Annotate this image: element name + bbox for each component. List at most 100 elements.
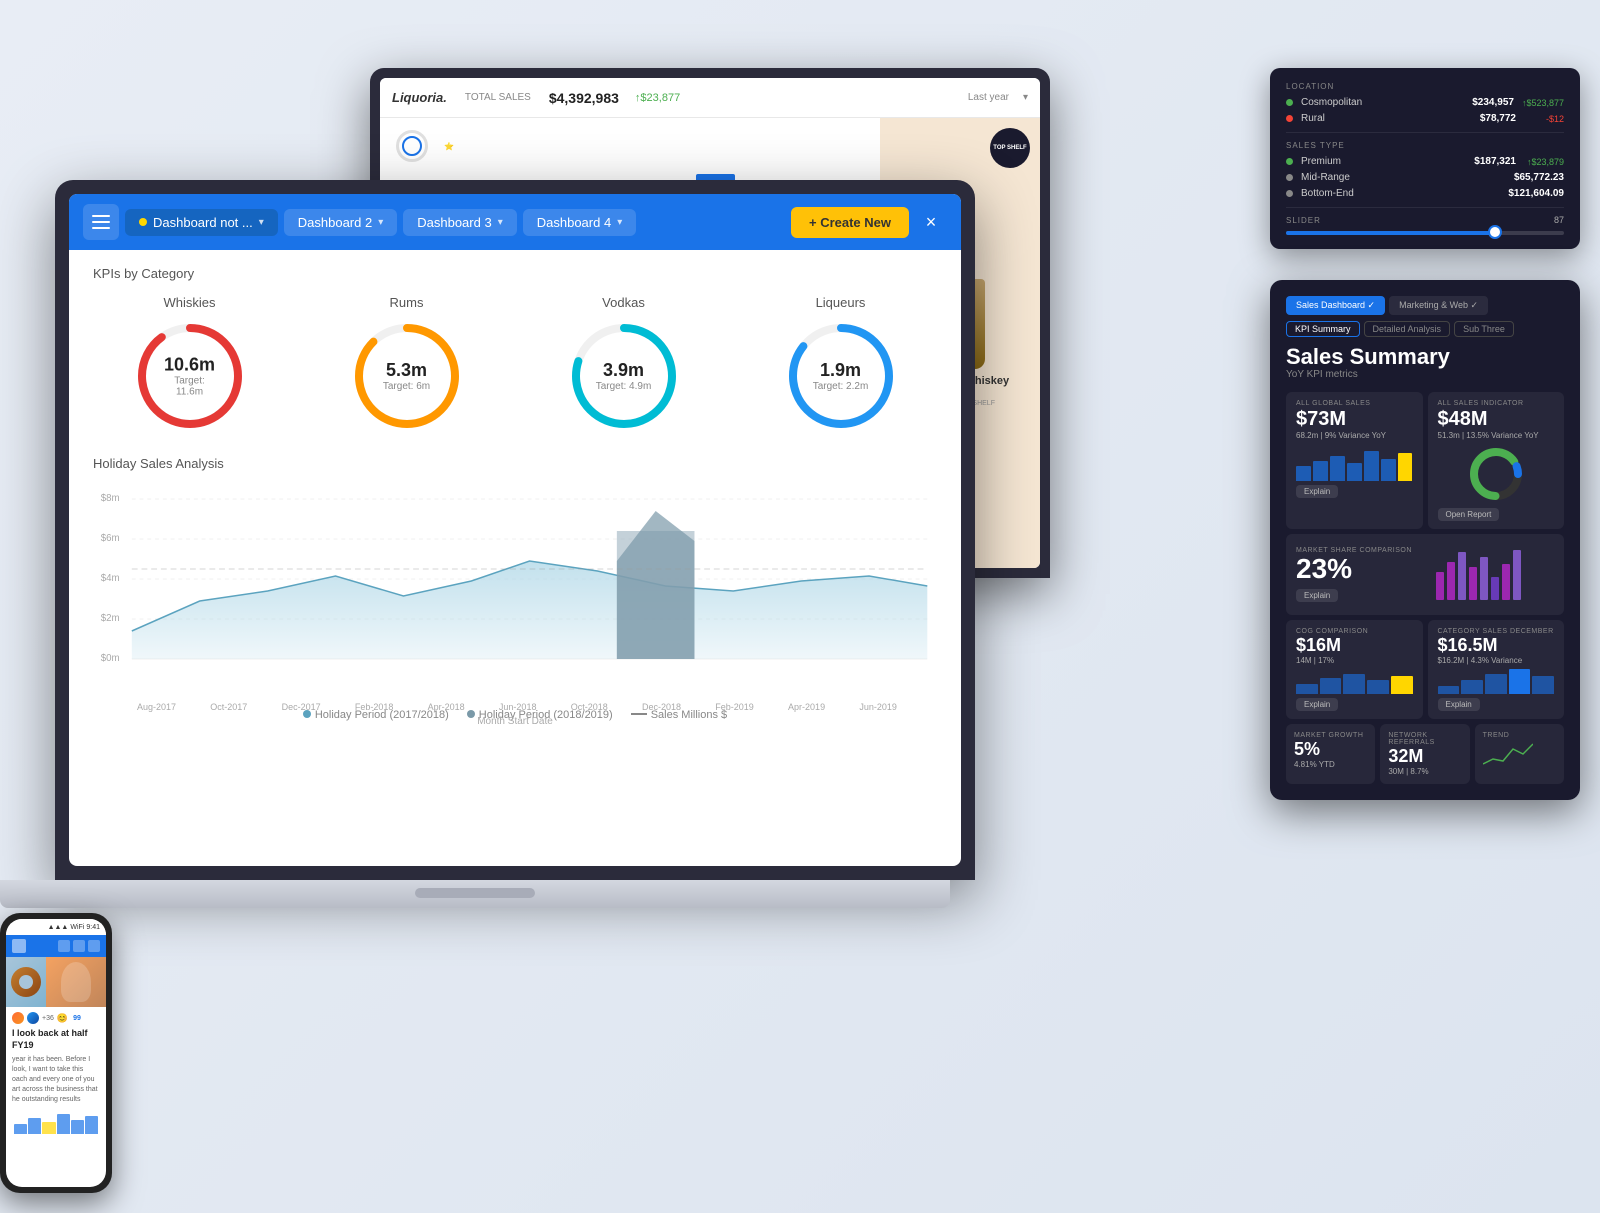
global-sales-value: $73M [1296,407,1413,431]
rtp-divider-1 [1286,132,1564,133]
rural-dot [1286,115,1293,122]
gauge-vodkas-wrap: 3.9m Target: 4.9m [564,316,684,436]
svg-text:$6m: $6m [101,533,120,544]
market-growth-metric: MARKET GROWTH 5% 4.81% YTD [1286,724,1375,784]
gauge-vodkas: Vodkas 3.9m Target: 4.9m [564,295,684,436]
create-new-button[interactable]: + Create New [791,207,909,238]
nav-close-button[interactable]: × [915,206,947,238]
network-sub: 30M | 8.7% [1388,767,1461,776]
rp-tab-sales[interactable]: Sales Dashboard ✓ [1286,296,1385,315]
liquor-nav: Liquoria. TOTAL SALES $4,392,983 ↑$23,87… [380,78,1040,118]
sales-indicator-label: ALL SALES INDICATOR [1438,400,1555,407]
open-report-btn[interactable]: Open Report [1438,508,1500,521]
category-sales-card: CATEGORY SALES DECEMBER $16.5M $16.2M | … [1428,620,1565,719]
hamburger-menu[interactable] [83,204,119,240]
phone-image-strip [6,957,106,1007]
phone-avatar-2 [27,1012,39,1024]
gauge-liqueurs-wrap: 1.9m Target: 2.2m [781,316,901,436]
premium-change: ↑$23,879 [1524,157,1564,167]
phone-signal: ▲▲▲ [48,924,69,931]
explain-btn-1[interactable]: Explain [1296,485,1338,498]
nav-tab-dashboard-not[interactable]: Dashboard not ... ▾ [125,209,278,236]
rural-change: -$12 [1524,114,1564,124]
phone-body: year it has been. Before I look, I want … [12,1055,100,1104]
phone-bar-2 [28,1118,41,1134]
gauge-vodkas-value: 3.9m [596,360,652,381]
premium-value: $187,321 [1461,156,1516,167]
gauge-rums-wrap: 5.3m Target: 6m [347,316,467,436]
bottom-cards: COG COMPARISON $16M 14M | 17% Explain CA… [1286,620,1564,719]
gauge-rums: Rums 5.3m Target: 6m [347,295,467,436]
gauge-liqueurs-target: Target: 2.2m [813,381,869,392]
slider-thumb[interactable] [1488,225,1502,239]
sales-type-premium: Premium $187,321 ↑$23,879 [1286,156,1564,167]
phone-icon-1 [58,940,70,952]
market-share-svg [1431,542,1531,602]
gauge-rums-target: Target: 6m [383,381,430,392]
market-share-chart [1431,542,1554,607]
holiday-chart-section: Holiday Sales Analysis $8m $6m $4m $2m $… [93,456,937,721]
tab-3-label: Dashboard 3 [417,215,491,230]
rp-tab-marketing[interactable]: Marketing & Web ✓ [1389,296,1488,315]
tab-3-chevron: ▾ [498,217,503,228]
tab-4-chevron: ▾ [617,217,622,228]
laptop-screen: Dashboard not ... ▾ Dashboard 2 ▾ Dashbo… [69,194,961,866]
laptop-frame: Dashboard not ... ▾ Dashboard 2 ▾ Dashbo… [55,180,975,880]
cog-comparison-card: COG COMPARISON $16M 14M | 17% Explain [1286,620,1423,719]
cat-sales-sub: $16.2M | 4.3% Variance [1438,656,1555,665]
kpi-cards-grid: ALL GLOBAL SALES $73M 68.2m | 9% Varianc… [1286,392,1564,615]
cat-sales-chart [1438,669,1555,694]
gauge-rums-label: Rums [390,295,424,310]
phone-mini-chart [12,1110,100,1134]
nav-tab-dashboard-2[interactable]: Dashboard 2 ▾ [284,209,397,236]
rp-top-tabs: Sales Dashboard ✓ Marketing & Web ✓ [1286,296,1564,315]
rp-subtabs: KPI Summary Detailed Analysis Sub Three [1286,321,1564,337]
phone-bar-4 [57,1114,70,1134]
phone-img-food [6,957,46,1007]
global-sales-chart [1296,446,1413,481]
subtab-three[interactable]: Sub Three [1454,321,1514,337]
cosmo-name: Cosmopolitan [1301,97,1451,108]
phone-menu-icon[interactable] [12,939,26,953]
explain-btn-cat[interactable]: Explain [1438,698,1480,711]
svg-text:$4m: $4m [101,573,120,584]
phone-bar-3 [42,1122,55,1134]
phone-bar-6 [85,1116,98,1134]
nav-tab-dashboard-4[interactable]: Dashboard 4 ▾ [523,209,636,236]
slider-label: SLIDER [1286,216,1564,225]
subtab-detailed[interactable]: Detailed Analysis [1364,321,1451,337]
sales-change-label: ↑$23,877 [635,92,680,104]
location-row-rural: Rural $78,772 -$12 [1286,113,1564,124]
chart-title: Holiday Sales Analysis [93,456,937,471]
kpi-market-share: MARKET SHARE COMPARISON 23% Explain [1286,534,1564,615]
rtp-divider-2 [1286,207,1564,208]
tab-dot-1 [139,218,147,226]
nav-tab-dashboard-3[interactable]: Dashboard 3 ▾ [403,209,516,236]
phone-icons [58,940,100,952]
subtab-kpi[interactable]: KPI Summary [1286,321,1360,337]
phone-count: +36 [42,1015,54,1022]
explain-btn-2[interactable]: Explain [1296,589,1338,602]
premium-dot [1286,158,1293,165]
market-share-value: 23% [1296,554,1419,585]
slider-track[interactable]: 87 [1286,231,1564,235]
cog-sub: 14M | 17% [1296,656,1413,665]
phone-icon-3 [88,940,100,952]
market-growth-label: MARKET GROWTH [1294,732,1367,739]
phone-bar-5 [71,1120,84,1134]
phone-like-count: 99 [73,1015,81,1022]
explain-btn-cog[interactable]: Explain [1296,698,1338,711]
gauge-liqueurs: Liqueurs 1.9m Target: 2.2m [781,295,901,436]
laptop-base [0,880,950,908]
trend-metric: TREND [1475,724,1564,784]
trend-svg [1483,739,1533,769]
phone-content: +36 😊 99 I look back at half FY19 year i… [6,1007,106,1139]
svg-text:$0m: $0m [101,653,120,664]
phone-time: 9:41 [86,924,100,931]
liquor-logo: Liquoria. [392,90,447,105]
phone-social-header [6,935,106,957]
cog-value: $16M [1296,635,1413,656]
right-top-panel: LOCATION Cosmopolitan $234,957 ↑$523,877… [1270,68,1580,249]
phone-user-row: +36 😊 99 [12,1012,100,1024]
gauge-liqueurs-value: 1.9m [813,360,869,381]
